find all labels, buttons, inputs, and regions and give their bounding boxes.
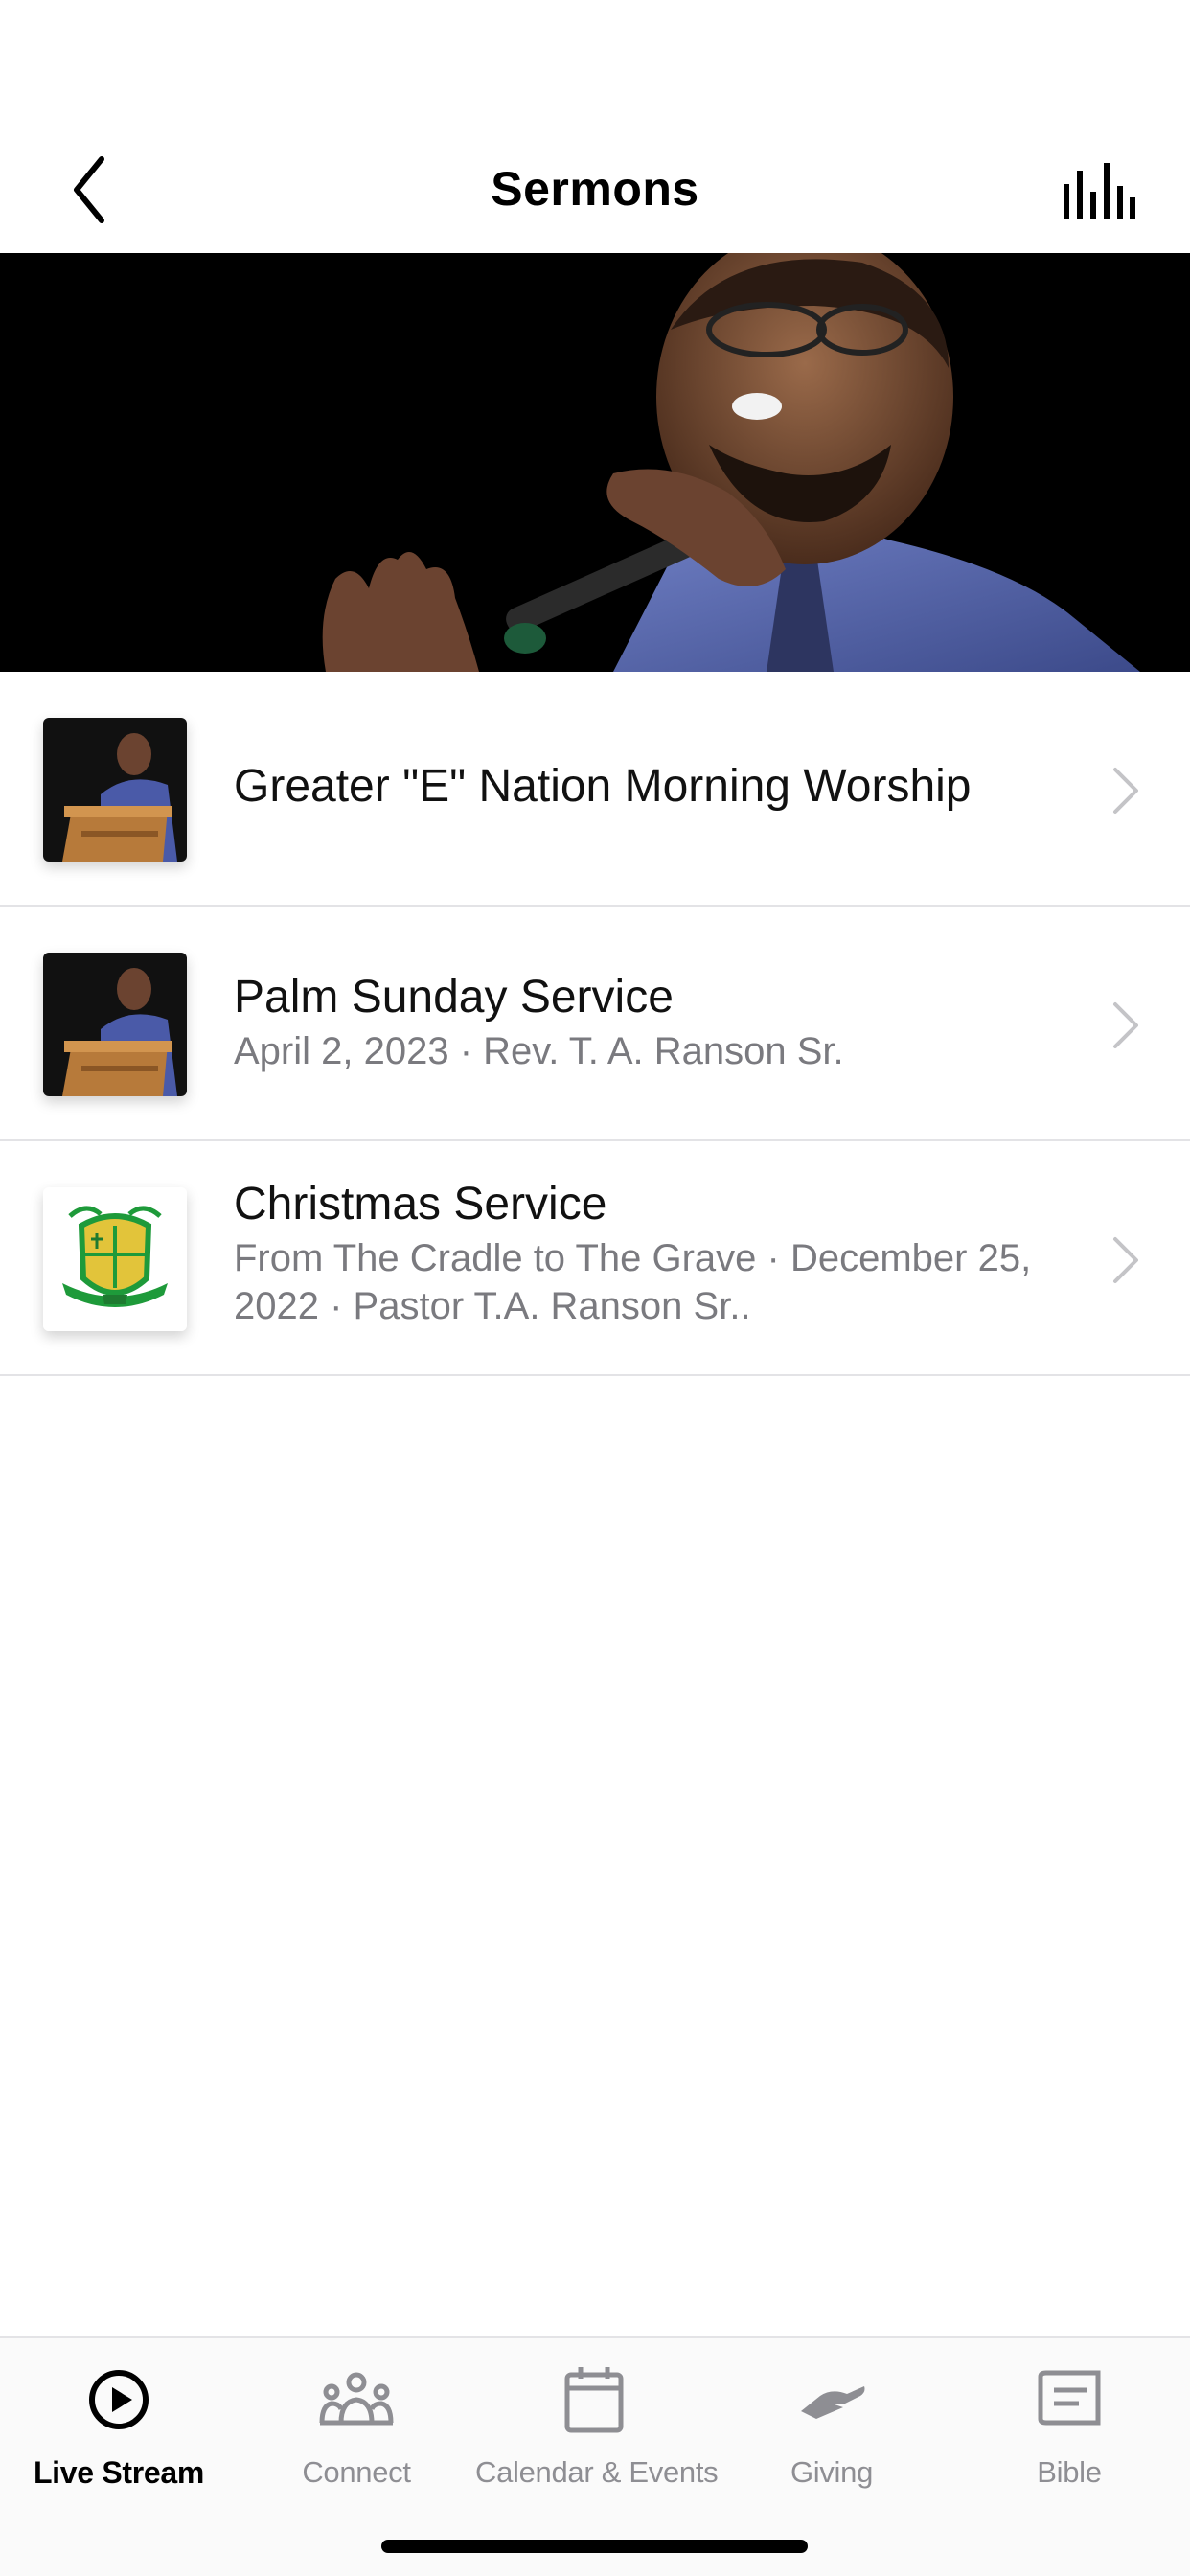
- sermon-thumbnail: [43, 953, 187, 1096]
- sermon-row[interactable]: Greater "E" Nation Morning Worship: [0, 672, 1190, 907]
- sermon-thumbnail: [43, 718, 187, 862]
- chevron-right-icon: [1113, 1237, 1138, 1283]
- chevron-right-icon: [1113, 768, 1138, 814]
- people-group-icon: [319, 2372, 394, 2426]
- sermon-row[interactable]: Palm Sunday Service April 2, 2023 · Rev.…: [0, 907, 1190, 1141]
- audio-player-button[interactable]: [1060, 157, 1136, 224]
- sermon-title: Greater "E" Nation Morning Worship: [234, 761, 972, 812]
- navigation-bar: Sermons: [0, 126, 1190, 253]
- sermon-thumbnail: [43, 1187, 187, 1331]
- calendar-icon: [564, 2367, 624, 2433]
- sermon-subtitle: April 2, 2023 · Rev. T. A. Ranson Sr.: [234, 1030, 844, 1072]
- sermon-list: Greater "E" Nation Morning Worship Palm …: [0, 672, 1190, 1376]
- chevron-right-icon: [1113, 1002, 1138, 1048]
- tab-label: Live Stream: [33, 2455, 205, 2490]
- bible-icon: [1038, 2370, 1101, 2426]
- sermon-title: Palm Sunday Service: [234, 972, 674, 1023]
- play-circle-icon: [89, 2370, 149, 2429]
- tab-giving[interactable]: Giving: [713, 2338, 950, 2530]
- tab-calendar-events[interactable]: Calendar & Events: [475, 2338, 719, 2530]
- page-title: Sermons: [491, 162, 699, 216]
- church-crest-logo: [43, 1187, 187, 1331]
- sermon-subtitle: From The Cradle to The Grave · December …: [234, 1237, 1032, 1327]
- audio-bars-icon: [1064, 163, 1135, 218]
- tab-label: Connect: [302, 2455, 411, 2489]
- hero-banner-image: [0, 253, 1190, 672]
- tab-label: Bible: [1037, 2455, 1102, 2489]
- sermon-row[interactable]: Christmas Service From The Cradle to The…: [0, 1141, 1190, 1376]
- tab-label: Calendar & Events: [475, 2455, 719, 2489]
- home-indicator: [381, 2540, 808, 2553]
- status-bar: [0, 0, 1190, 126]
- sermon-title: Christmas Service: [234, 1179, 607, 1230]
- tab-label: Giving: [790, 2455, 874, 2489]
- tab-live-stream[interactable]: Live Stream: [0, 2338, 238, 2530]
- tab-bible[interactable]: Bible: [950, 2338, 1188, 2530]
- tab-connect[interactable]: Connect: [238, 2338, 475, 2530]
- giving-hand-icon: [801, 2386, 865, 2419]
- preacher-illustration: [0, 253, 1190, 672]
